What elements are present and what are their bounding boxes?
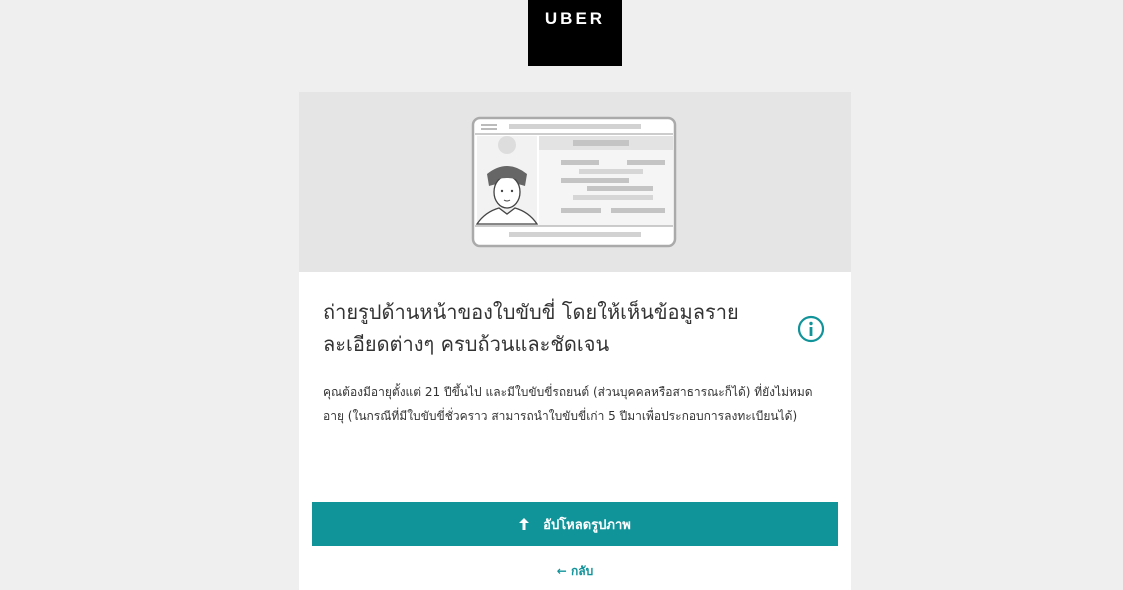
upload-card: ถ่ายรูปด้านหน้าของใบขับขี่ โดยให้เห็นข้อ… (299, 92, 851, 590)
logo-text: UBER (544, 9, 606, 28)
info-icon[interactable] (797, 315, 825, 343)
illustration-area (299, 92, 851, 272)
upload-button-label: อัปโหลดรูปภาพ (543, 517, 631, 533)
driver-license-front-icon (471, 116, 677, 248)
page-title: ถ่ายรูปด้านหน้าของใบขับขี่ โดยให้เห็นข้อ… (323, 300, 739, 356)
uber-logo: UBER (528, 0, 622, 66)
upload-icon (519, 518, 530, 530)
upload-photo-button[interactable]: อัปโหลดรูปภาพ (312, 502, 838, 546)
back-link[interactable]: ← กลับ (299, 562, 851, 581)
requirements-text: คุณต้องมีอายุตั้งแต่ 21 ปีขึ้นไป และมีใบ… (323, 385, 813, 423)
